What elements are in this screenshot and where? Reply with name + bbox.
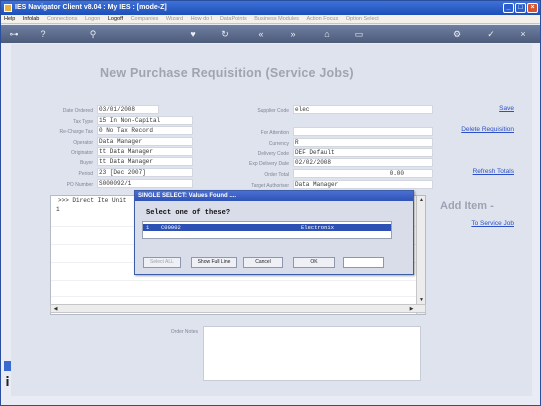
menu-bar: Help Infolab Connections Logon Logoff Co… xyxy=(1,15,540,24)
dialog-title: SINGLE SELECT: Values Found .... xyxy=(135,191,413,201)
label-for-attention: For Attention xyxy=(260,130,289,136)
cancel-button[interactable]: Cancel xyxy=(243,257,283,268)
item-index: 1 xyxy=(146,224,150,231)
dialog-prompt: Select one of these? xyxy=(146,209,231,217)
app-window: IES Navigator Client v8.04 : My IES : [m… xyxy=(0,0,541,406)
label-target-authoriser: Target Authoriser xyxy=(251,183,289,189)
menu-business-modules[interactable]: Business Modules xyxy=(254,16,299,22)
forward-icon[interactable]: » xyxy=(287,28,299,40)
menu-how-do-i[interactable]: How do I xyxy=(191,16,213,22)
label-date-ordered: Date Ordered xyxy=(62,108,93,114)
scroll-right-icon[interactable]: ▶ xyxy=(407,305,416,314)
label-order-total: Order Total xyxy=(264,172,289,178)
menu-datapoints[interactable]: DataPoints xyxy=(220,16,247,22)
search-icon[interactable]: ⚲ xyxy=(87,28,99,40)
info-icon[interactable] xyxy=(4,376,11,386)
heart-icon[interactable]: ♥ xyxy=(187,28,199,40)
show-full-line-button[interactable]: Show Full Line xyxy=(191,257,237,268)
menu-connections[interactable]: Connections xyxy=(47,16,78,22)
ies-logo-icon xyxy=(4,361,11,371)
label-recharge-tax: Re-Charge Tax xyxy=(59,129,93,135)
ok-button[interactable]: OK xyxy=(293,257,335,268)
row-divider xyxy=(51,296,425,297)
field-buyer[interactable]: tt Data Manager xyxy=(97,157,193,166)
save-link[interactable]: Save xyxy=(414,105,514,112)
item-code: C00002 xyxy=(161,224,181,231)
gear-icon[interactable]: ⚙ xyxy=(451,28,463,40)
order-notes-input[interactable] xyxy=(203,326,421,381)
menu-infolab[interactable]: Infolab xyxy=(23,16,40,22)
menu-logon[interactable]: Logon xyxy=(85,16,100,22)
field-supplier-code[interactable]: elec xyxy=(293,105,433,114)
dialog-input[interactable] xyxy=(343,257,384,268)
refresh-icon[interactable]: ↻ xyxy=(219,28,231,40)
row-divider xyxy=(51,280,425,281)
field-tax-type[interactable]: 15 In Non-Capital xyxy=(97,116,193,125)
menu-wizard[interactable]: Wizard xyxy=(166,16,183,22)
scroll-up-icon[interactable]: ▲ xyxy=(417,196,426,205)
field-delivery-code[interactable]: DEF Default xyxy=(293,148,433,157)
label-supplier-code: Supplier Code xyxy=(257,108,289,114)
list-item[interactable]: 1 C00002 Electronix xyxy=(143,224,391,231)
back-key-icon[interactable]: ⊶ xyxy=(8,28,20,40)
single-select-dialog: SINGLE SELECT: Values Found .... Select … xyxy=(134,190,414,275)
field-target-authoriser[interactable]: Data Manager xyxy=(293,180,433,189)
close-icon[interactable]: × xyxy=(517,28,529,40)
scroll-left-icon[interactable]: ◀ xyxy=(51,305,60,314)
menu-option-select[interactable]: Option Select xyxy=(346,16,379,22)
field-date-ordered[interactable]: 03/01/2008 xyxy=(97,105,159,114)
home-icon[interactable]: ⌂ xyxy=(321,28,333,40)
label-buyer: Buyer xyxy=(79,160,93,166)
field-recharge-tax[interactable]: 0 No Tax Record xyxy=(97,126,193,135)
dialog-values-list[interactable]: 1 C00002 Electronix xyxy=(142,221,392,239)
field-period[interactable]: 23 [Dec 2007] xyxy=(97,168,193,177)
menu-companies[interactable]: Companies xyxy=(131,16,159,22)
help-icon[interactable]: ? xyxy=(37,28,49,40)
add-item-heading: Add Item - xyxy=(440,200,494,212)
grid-vertical-scrollbar[interactable]: ▲ ▼ xyxy=(416,196,425,314)
menu-help[interactable]: Help xyxy=(4,16,15,22)
menu-action-focus[interactable]: Action Focus xyxy=(306,16,338,22)
menu-logoff[interactable]: Logoff xyxy=(108,16,123,22)
toolbar: ⊶ ? ⚲ ♥ ↻ « » ⌂ ▭ ⚙ ✓ × xyxy=(1,25,540,43)
minimize-button[interactable]: _ xyxy=(503,3,514,13)
delete-requisition-link[interactable]: Delete Requisition xyxy=(414,126,514,133)
to-service-job-link[interactable]: To Service Job xyxy=(414,220,514,227)
row-number: 1 xyxy=(56,206,60,213)
rewind-icon[interactable]: « xyxy=(255,28,267,40)
label-exp-delivery-date: Exp Delivery Date xyxy=(248,161,289,167)
field-po-number[interactable]: S000092/1 xyxy=(97,179,193,188)
field-order-total: 0.00 xyxy=(293,169,433,178)
select-all-button[interactable]: Select ALL xyxy=(143,257,181,268)
item-name: Electronix xyxy=(301,224,335,231)
maximize-button[interactable]: □ xyxy=(515,3,526,13)
field-currency[interactable]: R xyxy=(293,138,433,147)
label-originator: Originator xyxy=(71,150,93,156)
label-delivery-code: Delivery Code xyxy=(257,151,289,157)
label-po-number: PO Number xyxy=(66,182,93,188)
label-tax-type: Tax Type xyxy=(73,119,93,125)
app-icon xyxy=(4,4,12,12)
grid-horizontal-scrollbar[interactable]: ◀ ▶ xyxy=(50,304,426,313)
window-title: IES Navigator Client v8.04 : My IES : [m… xyxy=(15,4,167,11)
refresh-totals-link[interactable]: Refresh Totals xyxy=(414,168,514,175)
label-currency: Currency xyxy=(268,141,289,147)
field-for-attention[interactable] xyxy=(293,127,433,136)
close-button[interactable]: × xyxy=(527,3,538,13)
title-bar: IES Navigator Client v8.04 : My IES : [m… xyxy=(1,1,540,15)
label-period: Period xyxy=(78,171,93,177)
field-exp-delivery-date[interactable]: 02/02/2008 xyxy=(293,158,433,167)
check-icon[interactable]: ✓ xyxy=(485,28,497,40)
field-operator[interactable]: Data Manager xyxy=(97,137,193,146)
label-operator: Operator xyxy=(73,140,93,146)
order-notes-label: Order Notes xyxy=(170,329,198,335)
page-title: New Purchase Requisition (Service Jobs) xyxy=(100,66,354,80)
page-icon[interactable]: ▭ xyxy=(353,28,365,40)
field-originator[interactable]: tt Data Manager xyxy=(97,147,193,156)
